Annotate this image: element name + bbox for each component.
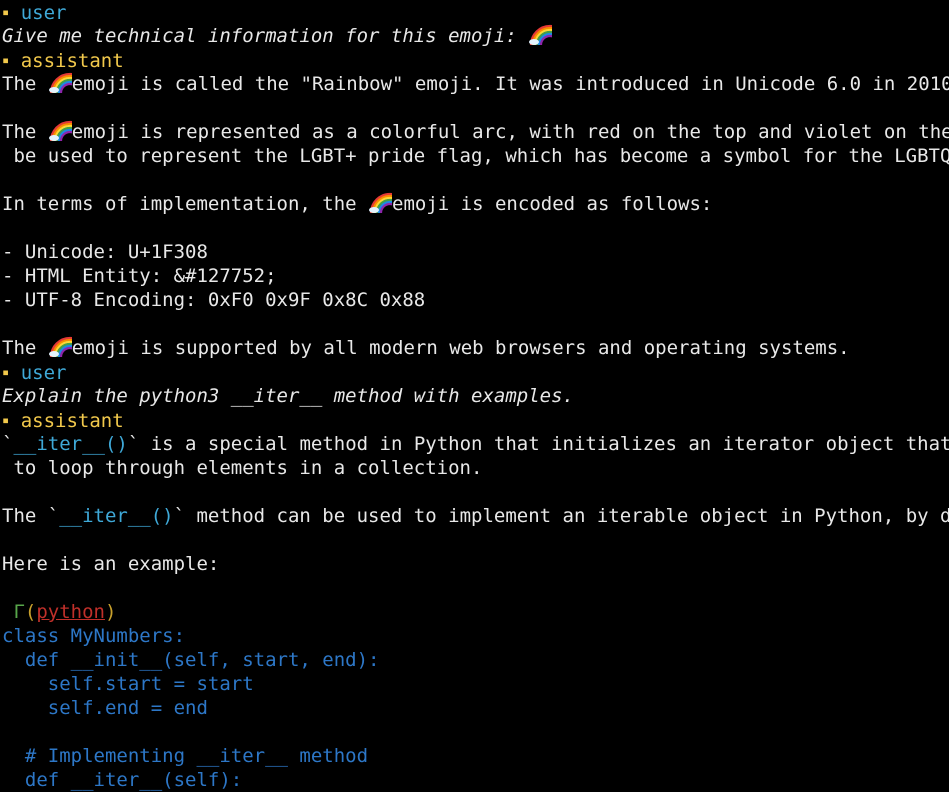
text-span: is a special method in Python that initi… bbox=[150, 433, 949, 455]
text-span: emoji is encoded as follows: bbox=[392, 193, 713, 215]
code-line: def __init__(self, start, end): bbox=[2, 649, 380, 671]
role-header-user: ▪ user bbox=[2, 360, 949, 384]
text-span: The bbox=[2, 73, 48, 95]
assistant-line: The emoji is supported by all modern web… bbox=[2, 336, 949, 360]
backtick: ` bbox=[2, 433, 14, 455]
role-header-assistant: ▪ assistant bbox=[2, 408, 949, 432]
text-span: The ` bbox=[2, 505, 60, 527]
rainbow-emoji-icon bbox=[528, 24, 553, 46]
role-header-assistant: ▪ assistant bbox=[2, 48, 949, 72]
fence-corner-icon: Γ bbox=[2, 601, 25, 623]
text-span: In terms of implementation, the bbox=[2, 193, 369, 215]
assistant-line: The emoji is represented as a colorful a… bbox=[2, 120, 949, 144]
role-bullet: ▪ bbox=[2, 413, 10, 427]
assistant-line: to loop through elements in a collection… bbox=[2, 457, 483, 479]
code-language-link[interactable]: python bbox=[36, 601, 105, 623]
text-span: emoji is supported by all modern web bro… bbox=[71, 337, 850, 359]
inline-code: __iter__() bbox=[59, 505, 174, 527]
role-header-user: ▪ user bbox=[2, 0, 949, 24]
fence-paren: ) bbox=[104, 601, 117, 623]
rainbow-emoji-icon bbox=[368, 192, 393, 214]
role-bullet: ▪ bbox=[2, 53, 10, 67]
code-line: self.start = start bbox=[2, 673, 254, 695]
rainbow-emoji-icon bbox=[48, 120, 72, 142]
text-span: The bbox=[2, 337, 48, 359]
assistant-line: The `__iter__()` method can be used to i… bbox=[2, 504, 949, 528]
code-line: # Implementing __iter__ method bbox=[2, 745, 369, 767]
role-label: assistant bbox=[20, 410, 124, 432]
rainbow-emoji-icon bbox=[48, 72, 72, 94]
assistant-line: `__iter__()` is a special method in Pyth… bbox=[2, 432, 949, 456]
prompt-text: Give me technical information for this e… bbox=[2, 25, 529, 47]
list-item: - HTML Entity: &#127752; bbox=[2, 265, 277, 287]
rainbow-emoji-icon bbox=[48, 336, 72, 358]
role-bullet: ▪ bbox=[2, 365, 10, 379]
assistant-line: Here is an example: bbox=[2, 553, 220, 575]
code-line: class MyNumbers: bbox=[2, 625, 186, 647]
code-fence-header: Γ(python) bbox=[2, 600, 949, 624]
role-label: user bbox=[20, 362, 67, 384]
assistant-line: be used to represent the LGBT+ pride fla… bbox=[13, 145, 949, 167]
text-span: The bbox=[2, 121, 48, 143]
inline-code: __iter__() bbox=[13, 433, 128, 455]
terminal-transcript: ▪ user Give me technical information for… bbox=[2, 0, 949, 792]
user-prompt: Give me technical information for this e… bbox=[2, 24, 949, 48]
assistant-line: The emoji is called the "Rainbow" emoji.… bbox=[2, 72, 949, 96]
text-span: emoji is called the "Rainbow" emoji. It … bbox=[71, 73, 949, 95]
assistant-line: In terms of implementation, the emoji is… bbox=[2, 192, 949, 216]
list-item: - Unicode: U+1F308 bbox=[2, 241, 208, 263]
fence-paren: ( bbox=[24, 601, 37, 623]
role-label: user bbox=[20, 2, 67, 24]
code-line: self.end = end bbox=[2, 697, 208, 719]
role-bullet: ▪ bbox=[2, 5, 10, 19]
text-span: emoji is represented as a colorful arc, … bbox=[71, 121, 949, 143]
list-item: - UTF-8 Encoding: 0xF0 0x9F 0x8C 0x88 bbox=[2, 289, 426, 311]
text-span: ` method can be used to implement an ite… bbox=[173, 505, 949, 527]
user-prompt: Explain the python3 __iter__ method with… bbox=[2, 385, 574, 407]
role-label: assistant bbox=[20, 50, 124, 72]
code-line: def __iter__(self): bbox=[2, 769, 243, 791]
backtick: ` bbox=[127, 433, 140, 455]
